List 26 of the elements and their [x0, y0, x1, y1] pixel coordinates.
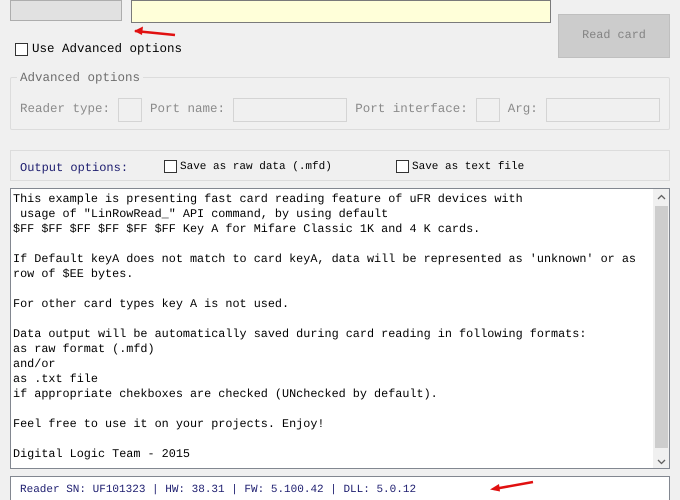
checkbox[interactable] [15, 42, 28, 56]
checkbox[interactable] [164, 160, 177, 174]
field-label: Arg: [508, 101, 538, 118]
output-paragraph: Data output will be automatically saved during card reading in following formats: as raw format (.mfd) and/or as .txt file if appropriate chekboxes are checked (UNchecked by default). [13, 327, 588, 402]
output-text-area[interactable] [10, 188, 670, 469]
output-options-label: Output options: [20, 160, 130, 177]
checkbox-label: Save as raw data (.mfd) [180, 160, 332, 174]
field-label: Port name: [150, 101, 226, 118]
output-paragraph: Feel free to use it on your projects. Enjoy! [13, 417, 326, 432]
field-label: Port interface: [355, 101, 468, 118]
checkbox[interactable] [396, 160, 409, 174]
output-paragraph: If Default keyA does not match to card keyA, data will be represented as 'unknown' or as row of $EE bytes. [13, 252, 637, 282]
scroll-up-icon[interactable] [656, 194, 666, 200]
scroll-down-icon[interactable] [656, 459, 666, 465]
scrollbar[interactable] [653, 189, 669, 468]
field-label: Reader type: [20, 101, 110, 118]
annotation-arrow [133, 26, 177, 38]
annotation-arrow [490, 480, 534, 492]
output-paragraph: For other card types key A is not used. [13, 297, 290, 312]
output-paragraph: This example is presenting fast card reading feature of uFR devices with usage of "LinRowRead_" API command, by using default $FF $FF $FF $FF $FF $FF Key A for Mifare Classic 1K and 4 K cards. [13, 192, 524, 237]
checkbox-label: Save as text file [412, 160, 524, 174]
output-paragraph: Digital Logic Team - 2015 [13, 447, 191, 462]
checkbox-label: Use Advanced options [32, 41, 182, 58]
status-text: Reader SN: UF101323 | HW: 38.31 | FW: 5.100.42 | DLL: 5.0.12 [20, 484, 416, 496]
scrollbar-thumb[interactable] [654, 206, 668, 448]
uid-field[interactable] [131, 0, 551, 23]
